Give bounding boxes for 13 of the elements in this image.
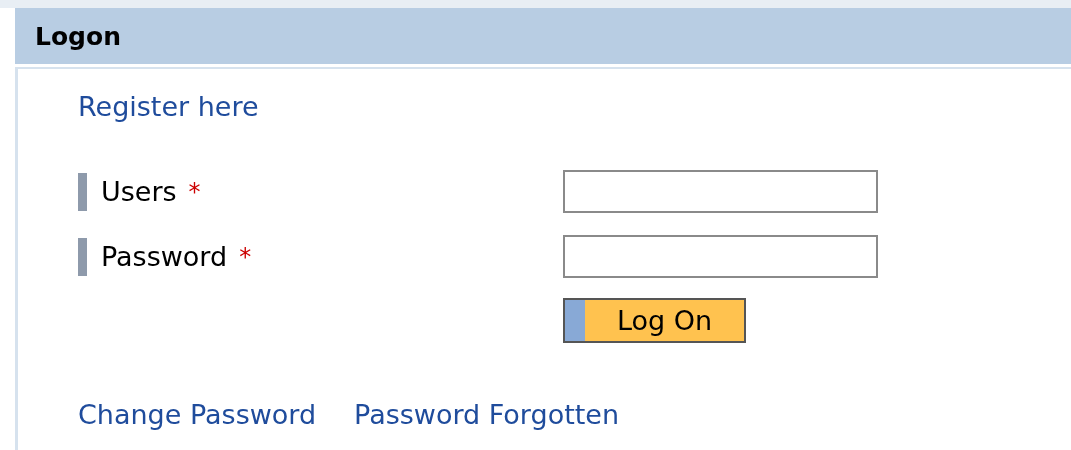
link[interactable]: Password Forgotten (354, 399, 620, 430)
register-link[interactable]: Register here (78, 91, 259, 122)
window-title: Logon (35, 21, 121, 51)
label-marker (78, 172, 87, 211)
link[interactable]: Change Password (78, 399, 317, 430)
required-mark: * (188, 177, 201, 206)
field-label: Password (101, 241, 228, 272)
label-marker (78, 237, 87, 276)
input-field[interactable] (563, 235, 878, 278)
input-field[interactable] (563, 170, 878, 213)
required-mark: * (239, 242, 252, 271)
log-on-button[interactable]: Log On (563, 298, 746, 343)
field-label: Users (101, 176, 177, 207)
